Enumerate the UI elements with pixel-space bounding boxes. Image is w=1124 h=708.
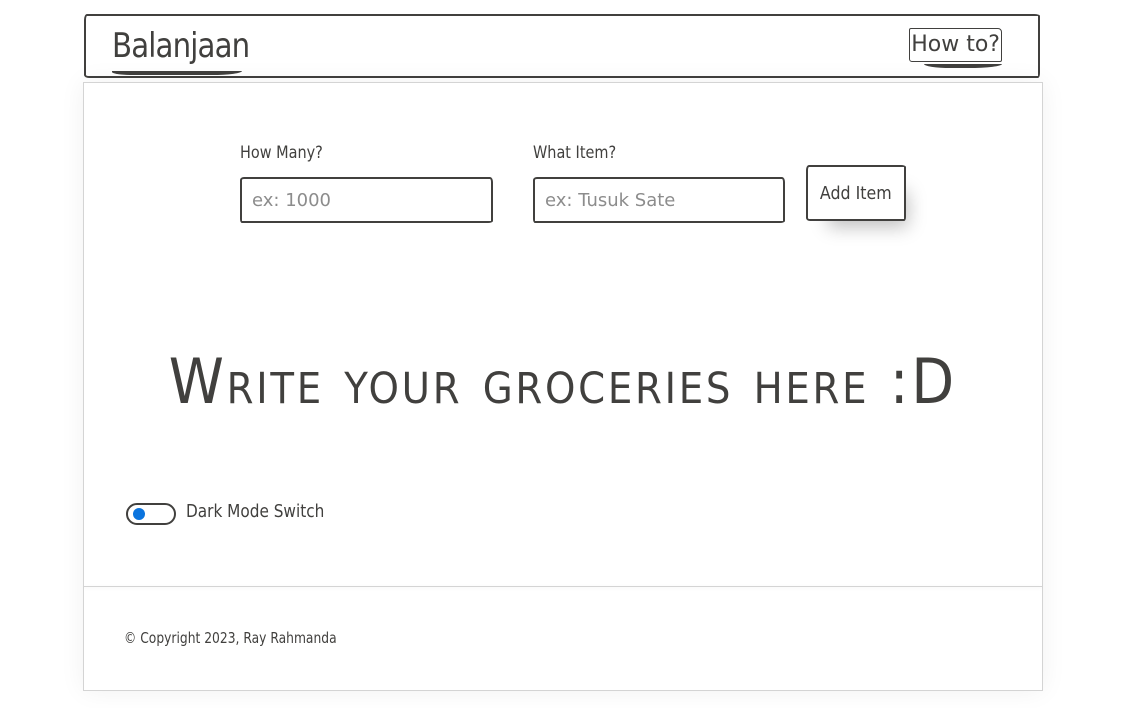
footer-copyright: © Copyright 2023, Ray Rahmanda bbox=[124, 629, 337, 647]
brand-title[interactable]: Balanjaan bbox=[112, 24, 250, 68]
toggle-knob bbox=[133, 508, 145, 520]
empty-list-message: Write your groceries here :D bbox=[84, 345, 1042, 418]
quantity-input[interactable] bbox=[240, 177, 493, 223]
how-to-button[interactable]: How to? bbox=[909, 28, 1002, 62]
dark-mode-toggle[interactable] bbox=[126, 503, 176, 525]
item-input[interactable] bbox=[533, 177, 785, 223]
main-card: How Many? What Item? Add Item Write your… bbox=[83, 82, 1043, 691]
empty-list-message-text: Write your groceries here :D bbox=[168, 345, 958, 418]
add-item-button[interactable]: Add Item bbox=[806, 165, 906, 221]
dark-mode-label: Dark Mode Switch bbox=[186, 501, 325, 522]
item-label: What Item? bbox=[533, 143, 617, 163]
brand-underline bbox=[112, 71, 242, 75]
how-to-underline bbox=[924, 64, 1002, 68]
add-item-button-label: Add Item bbox=[820, 182, 892, 204]
quantity-label: How Many? bbox=[240, 143, 323, 163]
footer-divider bbox=[84, 586, 1042, 587]
navbar: Balanjaan How to? bbox=[84, 14, 1040, 78]
